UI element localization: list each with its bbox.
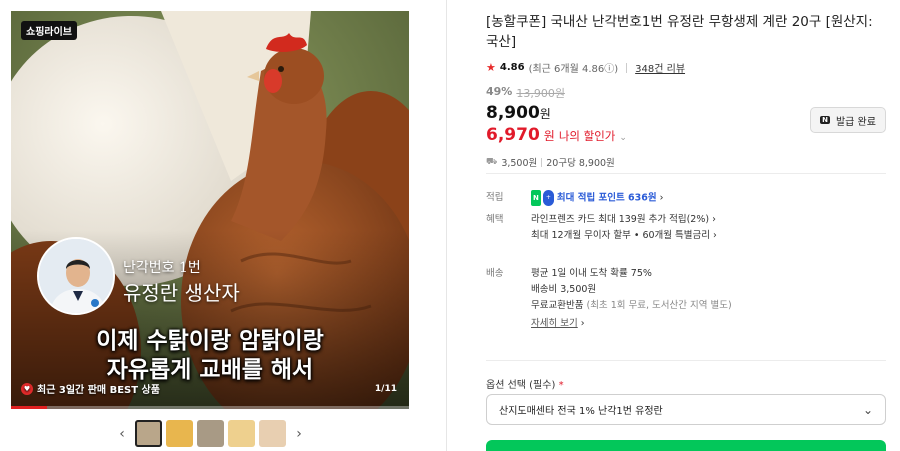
points-text: 최대 적립 포인트 636원 (556, 192, 657, 204)
video-progress-fill (11, 406, 47, 409)
media-counter: 1/11 (374, 384, 397, 394)
star-icon: ★ (486, 61, 496, 74)
thumbnail-3[interactable] (197, 420, 224, 447)
chevron-right-icon: › (710, 230, 717, 241)
best-badge-text: 최근 3일간 판매 BEST 상품 (37, 385, 160, 396)
video-caption-name: 유정란 생산자 (123, 281, 240, 305)
product-info: [농할쿠폰] 국내산 난각번호1번 유정란 무항생제 계란 20구 [원산지: … (486, 12, 886, 169)
truck-icon: ⛟ (486, 156, 498, 167)
delivery-probability: 평균 1일 이내 도착 확률 75% (531, 268, 652, 279)
my-price-label: 나의 할인가 (558, 129, 616, 143)
rating-score: 4.86 (499, 62, 525, 73)
thumbnail-4[interactable] (228, 420, 255, 447)
shipping-detail-text: 자세히 보기 (531, 318, 578, 329)
option-selected-value: 산지도매센타 전국 1% 난각1번 유정란 (499, 406, 663, 417)
product-title: [농할쿠폰] 국내산 난각번호1번 유정란 무항생제 계란 20구 [원산지: … (486, 14, 873, 50)
perk-installment-text: 최대 12개월 무이자 할부 • 60개월 특별금리 (531, 230, 710, 241)
required-mark: * (558, 380, 564, 391)
shipping-row: 배송 평균 1일 이내 도착 확률 75% 배송비 3,500원 무료교환반품 … (486, 266, 886, 332)
original-price: 13,900원 (516, 87, 565, 100)
naverpay-badge: N + (531, 190, 554, 206)
chevron-right-icon: › (577, 318, 585, 329)
coupon-issued-button[interactable]: N 발급 완료 (810, 107, 886, 133)
shipping-fee: 배송비 3,500원 (531, 284, 597, 295)
live-badge: 쇼핑라이브 (21, 21, 77, 40)
thumbnail-strip: ‹ › (113, 420, 308, 447)
section-divider-1 (486, 173, 886, 174)
shipping-fee-short: 3,500원 (501, 158, 538, 169)
thumbnail-5[interactable] (259, 420, 286, 447)
naverpay-n-icon: N (531, 190, 541, 206)
section-divider-2 (486, 360, 886, 361)
best-badge-icon: ♥ (21, 382, 33, 395)
benefits-section: 적립 N + 최대 적립 포인트 636원 › 혜택 라인프렌즈 카드 최대 1… (486, 190, 886, 332)
option-label-text: 옵션 선택 (필수) (486, 380, 556, 391)
option-select[interactable]: 산지도매센타 전국 1% 난각1번 유정란 ⌄ (486, 394, 886, 425)
shipping-unit-row: ⛟ 3,500원 20구당 8,900원 (486, 155, 886, 170)
buy-button[interactable] (486, 440, 886, 451)
my-price-amount: 6,970 (486, 125, 540, 145)
sale-price-amount: 8,900 (486, 103, 540, 123)
perks-label: 혜택 (486, 214, 504, 225)
thumbnail-2[interactable] (166, 420, 193, 447)
rating-separator (626, 62, 628, 73)
rating-row: ★ 4.86 (최근 6개월 4.86ⓘ) 348건 리뷰 (486, 60, 886, 75)
chevron-down-icon: ⌄ (862, 402, 873, 417)
my-price-unit: 원 (543, 129, 555, 143)
free-return-main: 무료교환반품 (531, 300, 584, 311)
chevron-right-icon: › (659, 192, 664, 204)
unit-price: 20구당 8,900원 (546, 158, 615, 169)
points-row: 적립 N + 최대 적립 포인트 636원 › (486, 190, 886, 212)
recent-rating[interactable]: (최근 6개월 4.86ⓘ) (529, 60, 619, 75)
video-progress-bar[interactable] (11, 406, 409, 409)
thumbnail-1[interactable] (135, 420, 162, 447)
unit-separator (541, 157, 543, 167)
best-seller-badge: ♥ 최근 3일간 판매 BEST 상품 (21, 381, 160, 396)
points-link[interactable]: N + 최대 적립 포인트 636원 › (531, 190, 886, 206)
membership-icon: + (542, 190, 554, 206)
column-divider (446, 0, 447, 451)
chevron-right-icon: › (709, 214, 716, 225)
points-label: 적립 (486, 192, 504, 203)
free-return-sub: (최초 1회 무료, 도서산간 지역 별도) (586, 300, 732, 311)
thumbnail-next-icon[interactable]: › (290, 426, 308, 442)
product-media-viewer[interactable]: 쇼핑라이브 난각번호 1번 유정란 생산자 이제 수탉이랑 암탉이랑 자유롭게 … (11, 11, 409, 409)
perk-card-points-text: 라인프렌즈 카드 최대 139원 추가 적립(2%) (531, 214, 710, 225)
shipping-label: 배송 (486, 268, 504, 279)
shipping-detail-link[interactable]: 자세히 보기 › (531, 316, 886, 332)
host-avatar (37, 237, 115, 315)
sale-price-unit: 원 (539, 107, 551, 121)
perk-installment[interactable]: 최대 12개월 무이자 할부 • 60개월 특별금리 › (531, 228, 886, 244)
video-caption-small: 난각번호 1번 (123, 260, 201, 276)
perk-card-points[interactable]: 라인프렌즈 카드 최대 139원 추가 적립(2%) › (531, 212, 886, 228)
thumbnail-prev-icon[interactable]: ‹ (113, 426, 131, 442)
free-return: 무료교환반품 (최초 1회 무료, 도서산간 지역 별도) (531, 298, 886, 314)
coupon-button-label: 발급 완료 (835, 116, 876, 128)
perks-row: 혜택 라인프렌즈 카드 최대 139원 추가 적립(2%) › 최대 12개월 … (486, 212, 886, 266)
discount-percent: 49% (486, 85, 513, 98)
review-count-link[interactable]: 348건 리뷰 (635, 60, 685, 75)
discount-row: 49% 13,900원 (486, 85, 886, 101)
video-subtitle-line2: 자유롭게 교배를 해서 (106, 357, 314, 383)
option-label: 옵션 선택 (필수) * (486, 376, 564, 391)
chevron-down-icon: ⌄ (619, 133, 627, 143)
coupon-icon: N (820, 116, 830, 124)
